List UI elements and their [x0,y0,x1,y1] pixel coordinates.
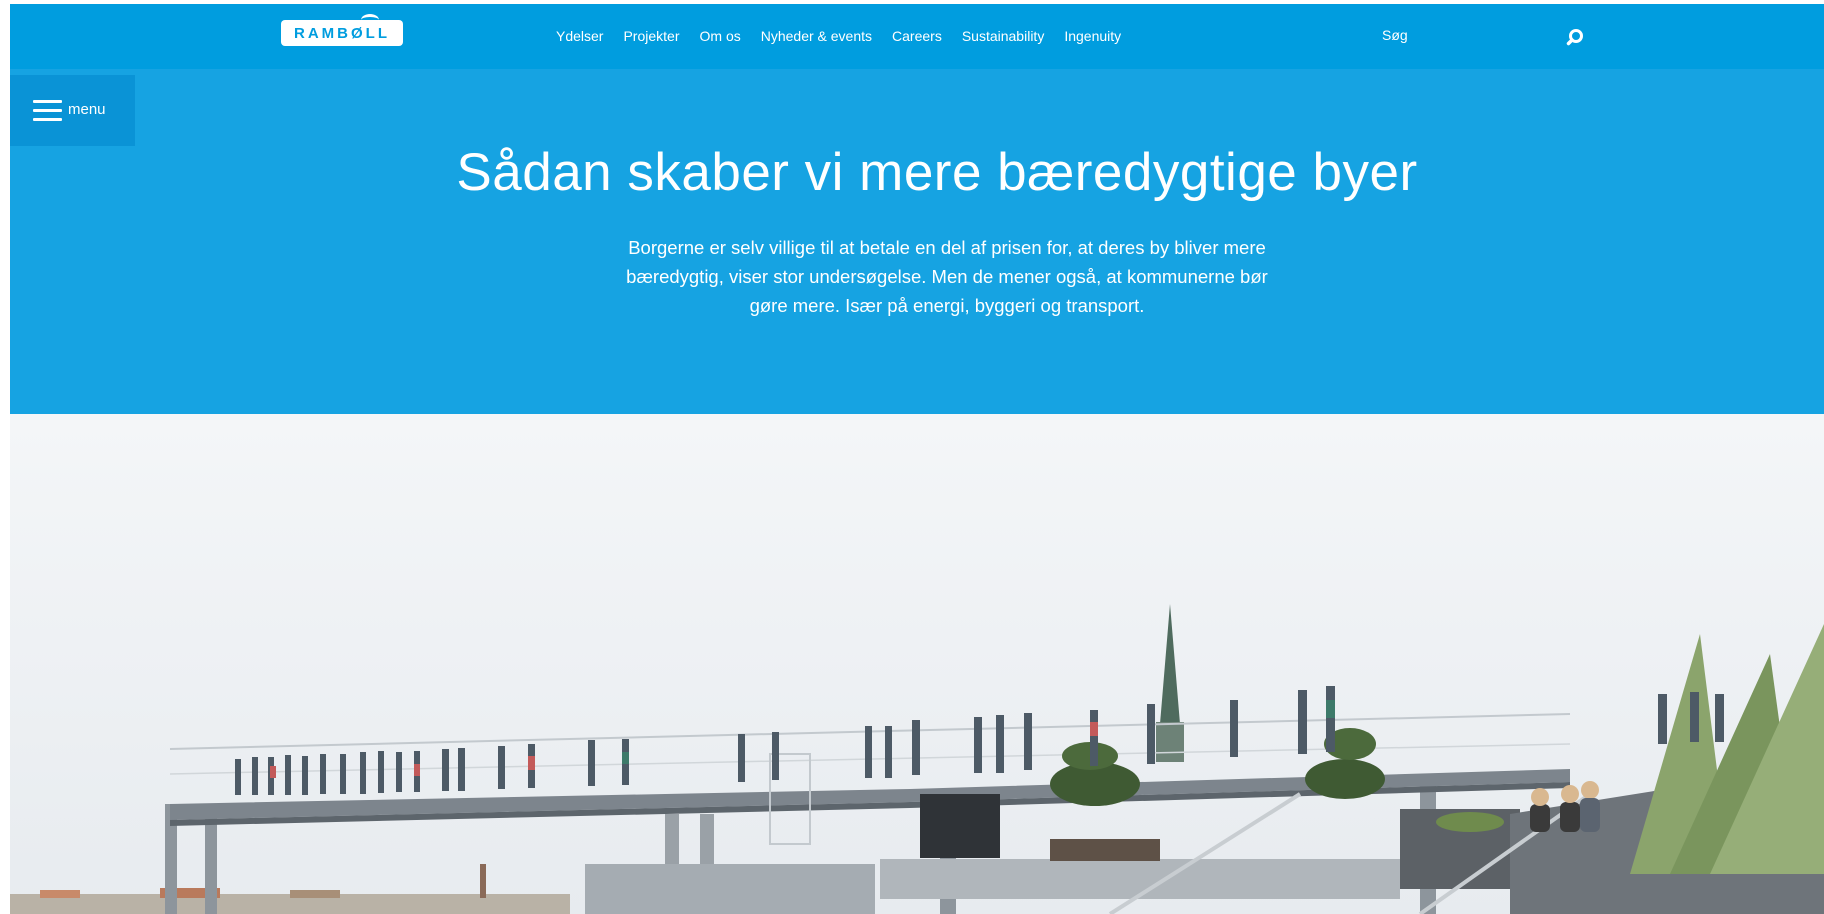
nav-item-ydelser[interactable]: Ydelser [556,26,603,46]
ramboll-logo[interactable]: RAMBØLL [281,14,403,46]
page: RAMBØLL Ydelser Projekter Om os Nyheder … [10,4,1824,914]
search-label[interactable]: Søg [1382,26,1408,44]
search-icon[interactable] [1565,27,1585,47]
hero-intro: Borgerne er selv villige til at betale e… [626,237,1268,316]
hamburger-icon [33,100,62,122]
nav-item-careers[interactable]: Careers [892,26,942,46]
nav-item-nyheder-events[interactable]: Nyheder & events [761,26,872,46]
nav-item-sustainability[interactable]: Sustainability [962,26,1045,46]
menu-label: menu [68,101,106,118]
rooftop-illustration [10,414,1824,914]
nav-item-ingenuity[interactable]: Ingenuity [1064,26,1121,46]
hero-title: Sådan skaber vi mere bæredygtige byer [456,143,1418,202]
nav-item-projekter[interactable]: Projekter [623,26,679,46]
top-navigation-bar: RAMBØLL Ydelser Projekter Om os Nyheder … [10,4,1824,69]
nav-item-om-os[interactable]: Om os [700,26,741,46]
hero-section: menu Sådan skaber vi mere bæredygtige by… [10,69,1824,414]
menu-button[interactable]: menu [10,75,135,146]
hero-photo-rooftop-walkway [10,414,1824,914]
logo-text: RAMBØLL [294,25,390,42]
logo-swoosh-icon [361,14,379,26]
main-nav: Ydelser Projekter Om os Nyheder & events… [556,26,1141,46]
